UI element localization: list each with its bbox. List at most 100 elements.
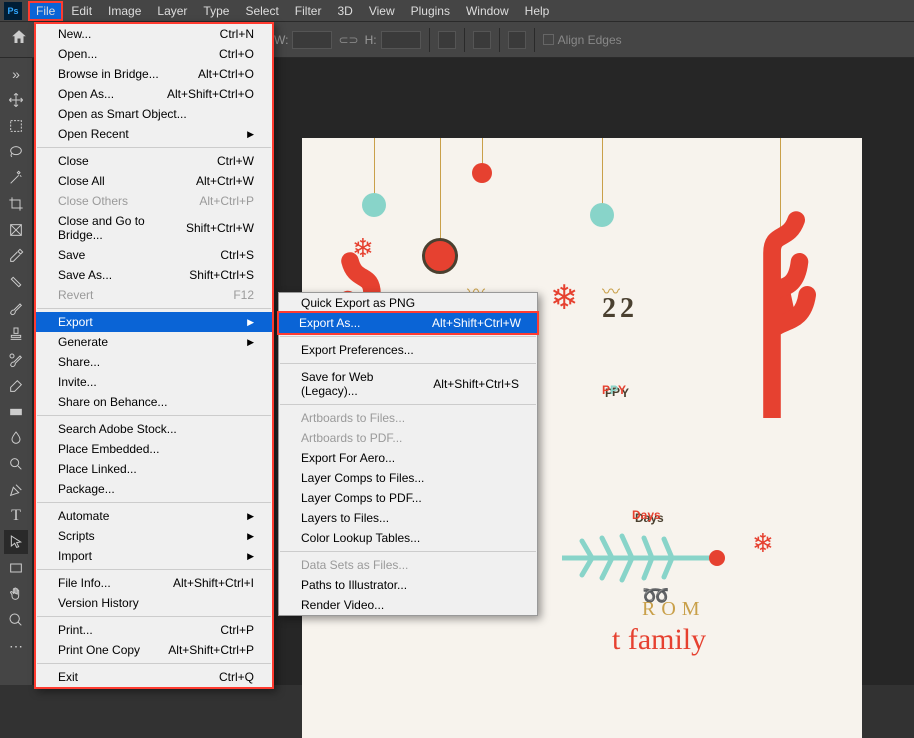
menu-item[interactable]: New...Ctrl+N (36, 24, 272, 44)
menu-item-shortcut: Alt+Shift+Ctrl+S (433, 377, 519, 391)
export-submenu: Quick Export as PNGExport As...Alt+Shift… (278, 292, 538, 616)
menu-item[interactable]: Open as Smart Object... (36, 104, 272, 124)
menu-item-label: Share... (58, 355, 100, 369)
menu-item-shortcut: Ctrl+W (217, 154, 254, 168)
menu-item[interactable]: Render Video... (279, 595, 537, 615)
menubar-item-layer[interactable]: Layer (149, 1, 195, 21)
menu-item[interactable]: Share... (36, 352, 272, 372)
menu-item[interactable]: Export As...Alt+Shift+Ctrl+W (277, 311, 539, 335)
lasso-tool[interactable] (4, 140, 28, 164)
menubar-item-view[interactable]: View (361, 1, 403, 21)
menu-item[interactable]: Export▶ (36, 312, 272, 332)
dodge-tool[interactable] (4, 452, 28, 476)
menu-item-label: Open As... (58, 87, 114, 101)
menu-item[interactable]: Print One CopyAlt+Shift+Ctrl+P (36, 640, 272, 660)
menu-item[interactable]: Open...Ctrl+O (36, 44, 272, 64)
menu-item[interactable]: Layer Comps to PDF... (279, 488, 537, 508)
menubar: Ps FileEditImageLayerTypeSelectFilter3DV… (0, 0, 914, 22)
menu-item-label: Version History (58, 596, 139, 610)
menu-item[interactable]: Close and Go to Bridge...Shift+Ctrl+W (36, 211, 272, 245)
menu-item[interactable]: Close AllAlt+Ctrl+W (36, 171, 272, 191)
menu-item-label: Package... (58, 482, 115, 496)
collapse-icon[interactable]: » (4, 62, 28, 86)
align-button[interactable] (473, 31, 491, 49)
menu-item[interactable]: Open As...Alt+Shift+Ctrl+O (36, 84, 272, 104)
menu-item[interactable]: Generate▶ (36, 332, 272, 352)
stamp-tool[interactable] (4, 322, 28, 346)
menu-item-shortcut: Alt+Ctrl+O (198, 67, 254, 81)
menubar-item-help[interactable]: Help (517, 1, 558, 21)
heal-tool[interactable] (4, 270, 28, 294)
menu-item[interactable]: Browse in Bridge...Alt+Ctrl+O (36, 64, 272, 84)
eraser-tool[interactable] (4, 374, 28, 398)
menu-item-label: Generate (58, 335, 108, 349)
marquee-tool[interactable] (4, 114, 28, 138)
menu-item[interactable]: Import▶ (36, 546, 272, 566)
menubar-item-filter[interactable]: Filter (287, 1, 330, 21)
menu-item-shortcut: Alt+Ctrl+W (196, 174, 254, 188)
menu-item[interactable]: ExitCtrl+Q (36, 667, 272, 687)
menu-item: Artboards to Files... (279, 408, 537, 428)
move-tool[interactable] (4, 88, 28, 112)
gradient-tool[interactable] (4, 400, 28, 424)
history-brush-tool[interactable] (4, 348, 28, 372)
menu-item[interactable]: Layers to Files... (279, 508, 537, 528)
hand-tool[interactable] (4, 582, 28, 606)
menu-item[interactable]: SaveCtrl+S (36, 245, 272, 265)
eyedropper-tool[interactable] (4, 244, 28, 268)
width-field[interactable] (292, 31, 332, 49)
menu-item[interactable]: Print...Ctrl+P (36, 620, 272, 640)
menu-separator (37, 663, 271, 664)
menubar-item-plugins[interactable]: Plugins (403, 1, 458, 21)
wand-tool[interactable] (4, 166, 28, 190)
rectangle-tool[interactable] (4, 556, 28, 580)
toolbar-more-icon[interactable]: ⋯ (4, 634, 28, 658)
menu-item[interactable]: Package... (36, 479, 272, 499)
menu-item[interactable]: Version History (36, 593, 272, 613)
menu-item[interactable]: Save As...Shift+Ctrl+S (36, 265, 272, 285)
menubar-item-3d[interactable]: 3D (329, 1, 360, 21)
menubar-item-image[interactable]: Image (100, 1, 149, 21)
menubar-item-select[interactable]: Select (237, 1, 286, 21)
menu-item[interactable]: Open Recent▶ (36, 124, 272, 144)
home-icon[interactable] (4, 28, 34, 51)
menu-item[interactable]: Color Lookup Tables... (279, 528, 537, 548)
height-field[interactable] (381, 31, 421, 49)
zoom-tool[interactable] (4, 608, 28, 632)
menu-item[interactable]: Export Preferences... (279, 340, 537, 360)
pen-tool[interactable] (4, 478, 28, 502)
width-label: W: (274, 33, 288, 47)
link-icon[interactable]: ⊂⊃ (338, 33, 358, 47)
menu-item[interactable]: Paths to Illustrator... (279, 575, 537, 595)
separator (464, 28, 465, 52)
menu-item[interactable]: Share on Behance... (36, 392, 272, 412)
menu-item[interactable]: Export For Aero... (279, 448, 537, 468)
menubar-item-file[interactable]: File (28, 1, 63, 21)
path-op-button[interactable] (438, 31, 456, 49)
path-select-tool[interactable] (4, 530, 28, 554)
menu-item[interactable]: CloseCtrl+W (36, 151, 272, 171)
menu-item[interactable]: Layer Comps to Files... (279, 468, 537, 488)
menu-item-label: New... (58, 27, 91, 41)
app-logo: Ps (4, 2, 22, 20)
menu-item[interactable]: Invite... (36, 372, 272, 392)
menubar-item-edit[interactable]: Edit (63, 1, 100, 21)
menu-item-label: Share on Behance... (58, 395, 167, 409)
blur-tool[interactable] (4, 426, 28, 450)
menu-item[interactable]: Save for Web (Legacy)...Alt+Shift+Ctrl+S (279, 367, 537, 401)
menu-item[interactable]: Quick Export as PNG (279, 293, 537, 313)
menu-item[interactable]: File Info...Alt+Shift+Ctrl+I (36, 573, 272, 593)
type-tool[interactable]: T (4, 504, 28, 528)
menu-item[interactable]: Automate▶ (36, 506, 272, 526)
align-edges-checkbox[interactable]: Align Edges (543, 33, 622, 47)
menu-item[interactable]: Place Linked... (36, 459, 272, 479)
frame-tool[interactable] (4, 218, 28, 242)
crop-tool[interactable] (4, 192, 28, 216)
brush-tool[interactable] (4, 296, 28, 320)
menu-item[interactable]: Search Adobe Stock... (36, 419, 272, 439)
menubar-item-type[interactable]: Type (195, 1, 237, 21)
menu-item[interactable]: Place Embedded... (36, 439, 272, 459)
menu-item[interactable]: Scripts▶ (36, 526, 272, 546)
menubar-item-window[interactable]: Window (458, 1, 517, 21)
arrange-button[interactable] (508, 31, 526, 49)
